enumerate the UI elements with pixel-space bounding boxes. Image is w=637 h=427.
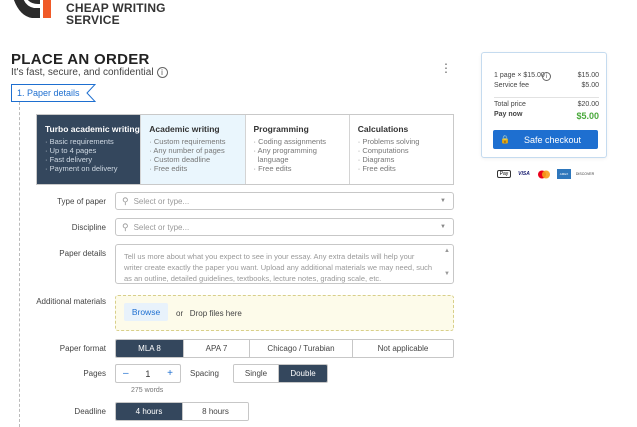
discipline-placeholder: Select or type... bbox=[133, 222, 190, 232]
summary-info-icon[interactable]: i bbox=[542, 72, 551, 81]
total-price-label: Total price bbox=[494, 101, 526, 108]
service-fee-amount: $5.00 bbox=[581, 82, 599, 89]
type-of-paper-select[interactable]: ⚲ Select or type... ▼ bbox=[115, 192, 454, 210]
deadline-option-4h[interactable]: 4 hours bbox=[116, 403, 183, 420]
step-tab-paper-details[interactable]: 1. Paper details bbox=[17, 88, 80, 98]
minus-button[interactable]: – bbox=[123, 368, 129, 379]
card-feature: · Custom requirements bbox=[149, 137, 226, 146]
pay-now-label: Pay now bbox=[494, 111, 523, 118]
card-feature: · Computations bbox=[357, 146, 409, 155]
spacing-option-double[interactable]: Double bbox=[279, 365, 327, 382]
format-option-chicago[interactable]: Chicago / Turabian bbox=[250, 340, 353, 357]
deadline-label: Deadline bbox=[74, 407, 106, 416]
scroll-up-icon[interactable]: ▲ bbox=[444, 248, 450, 254]
visa-icon: VISA bbox=[518, 171, 530, 177]
service-type-selector: Turbo academic writing · Basic requireme… bbox=[36, 114, 454, 185]
format-option-apa[interactable]: APA 7 bbox=[184, 340, 250, 357]
card-title: Programming bbox=[253, 124, 309, 134]
search-icon: ⚲ bbox=[122, 221, 129, 232]
pages-value[interactable]: 1 bbox=[145, 369, 150, 379]
payment-methods: Pay VISA AMEX DISCOVER bbox=[497, 169, 595, 179]
spacing-label: Spacing bbox=[190, 369, 219, 378]
more-options-icon[interactable]: ⋮ bbox=[440, 62, 452, 76]
brand-logo-icon bbox=[13, 0, 51, 18]
deadline-selector: 4 hours 8 hours bbox=[115, 402, 249, 421]
apple-pay-icon: Pay bbox=[497, 170, 511, 178]
drop-files-label: Drop files here bbox=[189, 309, 242, 318]
spacing-option-single[interactable]: Single bbox=[234, 365, 279, 382]
discipline-label: Discipline bbox=[71, 223, 106, 232]
discipline-select[interactable]: ⚲ Select or type... ▼ bbox=[115, 218, 454, 236]
paper-format-selector: MLA 8 APA 7 Chicago / Turabian Not appli… bbox=[115, 339, 454, 358]
pages-price-label: 1 page × $15.00 bbox=[494, 72, 545, 79]
card-feature: · Up to 4 pages bbox=[45, 146, 97, 155]
card-feature: · Free edits bbox=[149, 164, 188, 173]
pages-label: Pages bbox=[83, 369, 106, 378]
card-feature: · Basic requirements bbox=[45, 137, 114, 146]
checkout-label: Safe checkout bbox=[523, 134, 582, 145]
pages-stepper: – 1 + bbox=[115, 364, 181, 383]
browse-button[interactable]: Browse bbox=[124, 303, 168, 321]
card-feature: · Payment on delivery bbox=[45, 164, 118, 173]
card-feature: · Fast delivery bbox=[45, 155, 93, 164]
card-feature: · Coding assignments bbox=[253, 137, 327, 146]
word-count: 275 words bbox=[131, 387, 164, 394]
format-option-not-applicable[interactable]: Not applicable bbox=[353, 340, 453, 357]
summary-total-row: Total price $20.00 bbox=[494, 101, 599, 108]
card-feature: · Free edits bbox=[357, 164, 396, 173]
brand-name: CHEAP WRITING SERVICE bbox=[66, 2, 166, 26]
deadline-option-8h[interactable]: 8 hours bbox=[183, 403, 248, 420]
card-feature: · Any programming bbox=[253, 146, 317, 155]
card-title: Academic writing bbox=[149, 124, 220, 134]
service-card-academic[interactable]: Academic writing · Custom requirements ·… bbox=[141, 115, 246, 184]
type-of-paper-placeholder: Select or type... bbox=[133, 196, 190, 206]
service-card-turbo[interactable]: Turbo academic writing · Basic requireme… bbox=[37, 115, 142, 184]
page-subtitle: It's fast, secure, and confidential i bbox=[11, 67, 168, 78]
spacing-selector: Single Double bbox=[233, 364, 328, 383]
card-feature: · Diagrams bbox=[357, 155, 395, 164]
pay-now-amount: $5.00 bbox=[576, 111, 599, 121]
lock-icon: 🔒 bbox=[500, 135, 510, 144]
card-feature: · Problems solving bbox=[357, 137, 420, 146]
page-title: PLACE AN ORDER bbox=[11, 51, 150, 68]
or-text: or bbox=[176, 309, 184, 318]
paper-details-textarea[interactable]: Tell us more about what you expect to se… bbox=[115, 244, 454, 284]
paper-details-label: Paper details bbox=[59, 249, 106, 258]
scroll-down-icon[interactable]: ▼ bbox=[444, 271, 450, 277]
chevron-down-icon: ▼ bbox=[440, 198, 446, 204]
card-feature: language bbox=[257, 155, 289, 164]
summary-divider bbox=[494, 97, 599, 98]
paper-format-label: Paper format bbox=[59, 344, 106, 353]
card-title: Calculations bbox=[357, 124, 409, 134]
brand-line2: SERVICE bbox=[66, 13, 120, 27]
step-connector-line bbox=[19, 102, 20, 427]
discover-icon: DISCOVER bbox=[575, 172, 595, 176]
card-title: Turbo academic writing bbox=[45, 124, 140, 134]
search-icon: ⚲ bbox=[122, 195, 129, 206]
mastercard-icon bbox=[538, 170, 550, 178]
drop-files-text: or Drop files here bbox=[176, 309, 242, 318]
service-card-calculations[interactable]: Calculations · Problems solving · Comput… bbox=[350, 115, 453, 184]
summary-fee-row: Service fee $5.00 bbox=[494, 82, 599, 89]
card-feature: · Free edits bbox=[253, 164, 292, 173]
pages-price-amount: $15.00 bbox=[577, 72, 599, 79]
summary-pay-now-row: Pay now $5.00 bbox=[494, 111, 599, 121]
service-card-programming[interactable]: Programming · Coding assignments · Any p… bbox=[246, 115, 350, 184]
chevron-down-icon: ▼ bbox=[440, 224, 446, 230]
additional-materials-label: Additional materials bbox=[36, 297, 106, 306]
safe-checkout-button[interactable]: 🔒 Safe checkout bbox=[493, 130, 598, 149]
plus-button[interactable]: + bbox=[167, 368, 173, 379]
service-fee-label: Service fee bbox=[494, 82, 530, 89]
info-icon[interactable]: i bbox=[156, 67, 168, 78]
type-of-paper-label: Type of paper bbox=[57, 197, 106, 206]
card-feature: · Custom deadline bbox=[149, 155, 211, 164]
card-feature: · Any number of pages bbox=[149, 146, 225, 155]
subtitle-text: It's fast, secure, and confidential bbox=[11, 67, 154, 78]
amex-icon: AMEX bbox=[557, 169, 571, 179]
total-price-amount: $20.00 bbox=[577, 101, 599, 108]
format-option-mla[interactable]: MLA 8 bbox=[116, 340, 184, 357]
